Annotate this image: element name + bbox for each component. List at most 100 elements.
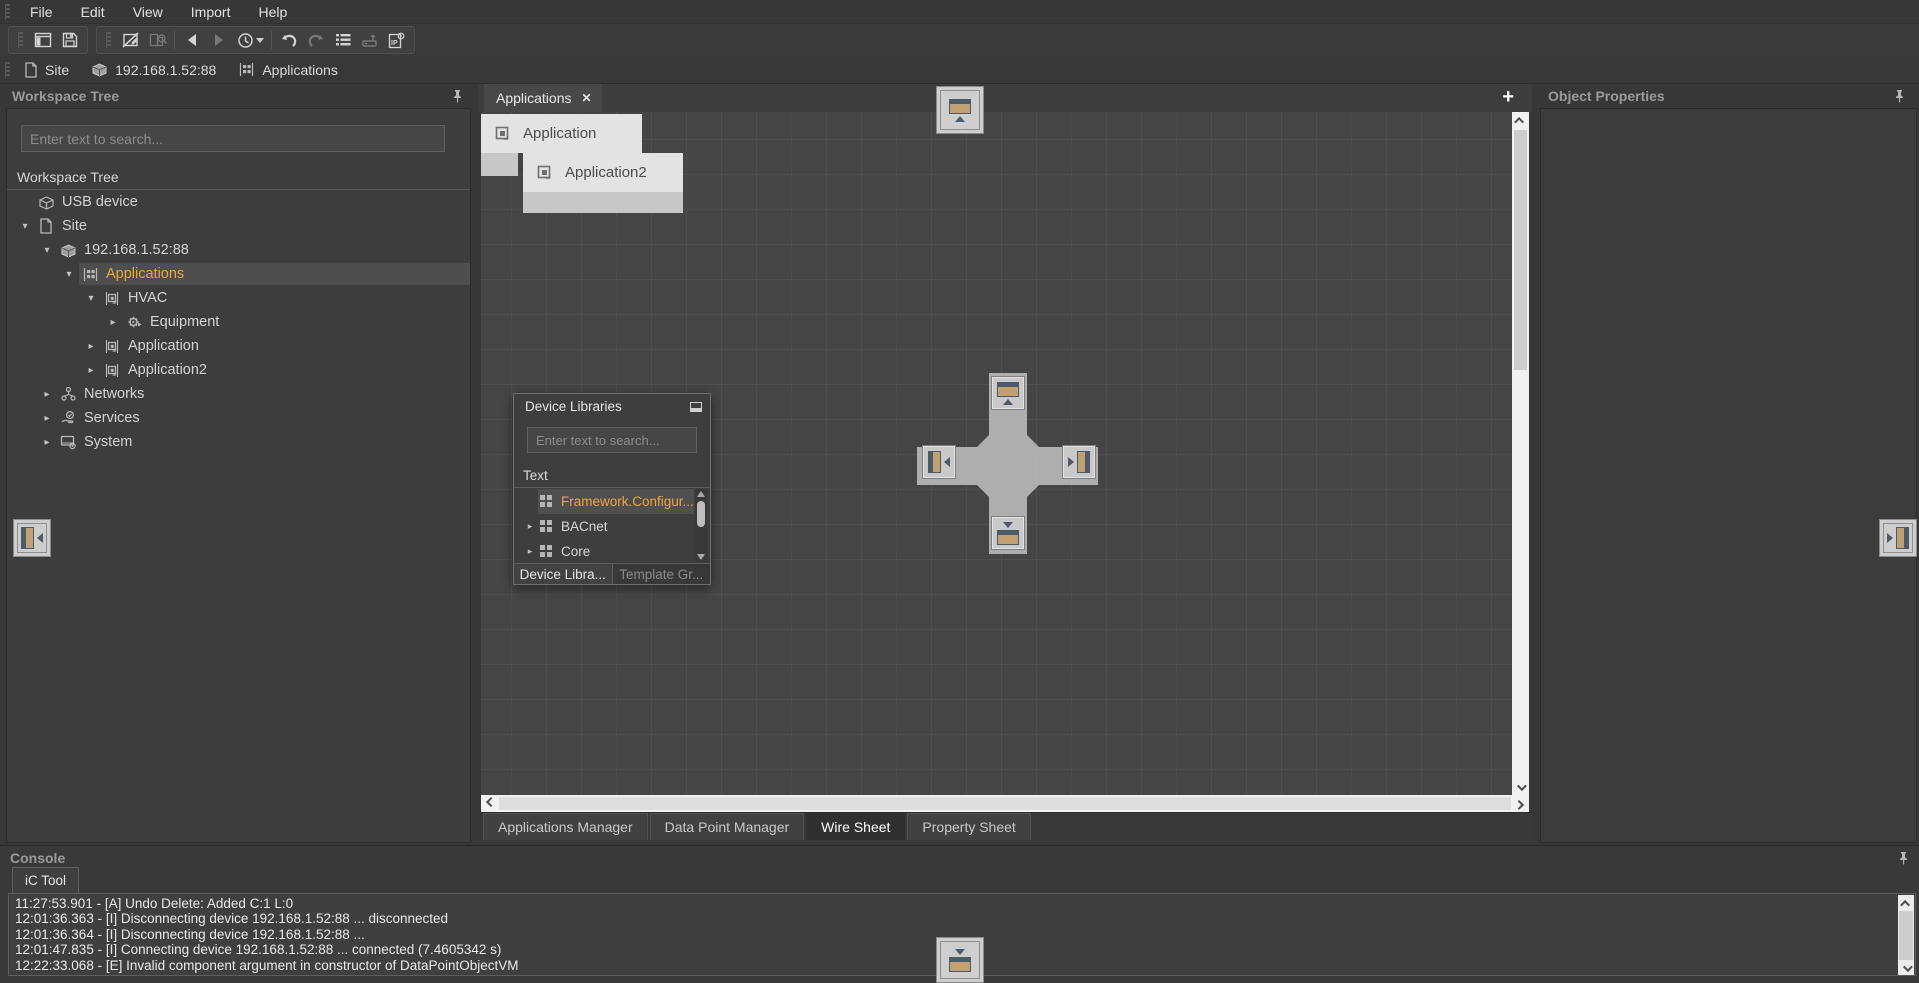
dock-edge-top-button[interactable] <box>936 86 984 134</box>
tab-applications[interactable]: Applications ✕ <box>484 84 602 112</box>
tab-device-libra[interactable]: Device Libra... <box>514 564 613 584</box>
tab-data-point-manager[interactable]: Data Point Manager <box>650 813 805 840</box>
tree-item-usb-device[interactable]: USB device <box>7 190 470 214</box>
expander-icon[interactable]: ▾ <box>15 221 35 232</box>
toolbar-grip[interactable] <box>106 32 111 48</box>
tree-item-body[interactable]: USB device <box>35 191 470 213</box>
menu-edit[interactable]: Edit <box>67 0 119 24</box>
panel-layout-button[interactable] <box>29 28 56 52</box>
canvas-horizontal-scrollbar[interactable] <box>481 795 1529 812</box>
scroll-up-button[interactable] <box>1898 895 1914 911</box>
tree-item-body[interactable]: Site <box>35 215 470 237</box>
library-item-framework-configur[interactable]: Framework.Configur... <box>514 489 694 514</box>
breadcrumb-item-site[interactable]: Site <box>24 62 69 78</box>
nav-back-button[interactable] <box>178 28 205 52</box>
breadcrumb-item-192-168-1-52-88[interactable]: 192.168.1.52:88 <box>91 62 216 78</box>
menu-view[interactable]: View <box>119 0 177 24</box>
tree-item-equipment[interactable]: ▸Equipment <box>7 310 470 334</box>
tree-item-body[interactable]: Application2 <box>101 359 470 381</box>
menu-import[interactable]: Import <box>177 0 245 24</box>
expander-icon[interactable]: ▸ <box>81 365 101 376</box>
tree-item-body[interactable]: Application <box>101 335 470 357</box>
block-application2-footer[interactable] <box>523 192 683 213</box>
undo-button[interactable] <box>275 28 302 52</box>
history-button[interactable] <box>232 28 268 52</box>
toolbar-grip[interactable] <box>5 4 10 20</box>
wire-sheet-edit-button[interactable] <box>117 28 144 52</box>
dock-guide-bottom-button[interactable] <box>991 516 1025 550</box>
device-libraries-titlebar[interactable]: Device Libraries <box>514 394 710 419</box>
block-application2[interactable]: Application2 <box>523 153 683 192</box>
library-item-body[interactable]: Core <box>538 539 694 564</box>
scroll-up-button[interactable] <box>1512 112 1529 128</box>
library-item-core[interactable]: ▸Core <box>514 539 694 564</box>
expander-icon[interactable]: ▾ <box>81 293 101 304</box>
device-libraries-panel[interactable]: Device Libraries Text Framework.Configur… <box>513 393 711 585</box>
dock-guide-left-button[interactable] <box>922 445 956 479</box>
canvas-vertical-scrollbar[interactable] <box>1512 112 1529 795</box>
scrollbar-thumb[interactable] <box>499 797 1511 810</box>
expander-icon[interactable]: ▸ <box>81 341 101 352</box>
dock-edge-bottom-button[interactable] <box>936 937 984 983</box>
tree-item-body[interactable]: Equipment <box>123 311 470 333</box>
device-search-button[interactable] <box>144 28 171 52</box>
expander-icon[interactable]: ▾ <box>59 269 79 280</box>
breadcrumb-item-applications[interactable]: Applications <box>238 62 338 78</box>
tree-item-hvac[interactable]: ▾HVAC <box>7 286 470 310</box>
tree-item-networks[interactable]: ▸Networks <box>7 382 470 406</box>
pin-icon[interactable] <box>452 89 463 103</box>
scroll-down-button[interactable] <box>1898 960 1914 976</box>
workspace-search-input[interactable] <box>21 125 445 152</box>
tree-item-body[interactable]: 192.168.1.52:88 <box>57 239 470 261</box>
dropdown-caret-icon[interactable] <box>256 38 264 43</box>
device-libraries-scrollbar[interactable] <box>695 489 707 562</box>
device-upload-button[interactable] <box>356 28 383 52</box>
pin-icon[interactable] <box>1894 89 1905 103</box>
expander-icon[interactable]: ▸ <box>522 521 538 532</box>
scroll-right-button[interactable] <box>1512 795 1529 811</box>
device-libraries-search-input[interactable] <box>527 427 697 453</box>
toolbar-grip[interactable] <box>18 32 23 48</box>
tree-item-application2[interactable]: ▸Application2 <box>7 358 470 382</box>
tab-property-sheet[interactable]: Property Sheet <box>907 813 1030 840</box>
console-tab-ic-tool[interactable]: iC Tool <box>12 867 79 893</box>
expander-icon[interactable]: ▸ <box>37 437 57 448</box>
tab-template-gr[interactable]: Template Gr... <box>613 564 711 584</box>
expander-icon[interactable]: ▸ <box>522 546 538 557</box>
tree-item-application[interactable]: ▸Application <box>7 334 470 358</box>
tree-item-body[interactable]: System <box>57 431 470 453</box>
save-button[interactable] <box>56 28 83 52</box>
scrollbar-thumb[interactable] <box>697 501 705 527</box>
menu-help[interactable]: Help <box>244 0 301 24</box>
scrollbar-thumb[interactable] <box>1514 130 1527 370</box>
tree-item-body[interactable]: HVAC <box>101 287 470 309</box>
tree-item-body[interactable]: Services <box>57 407 470 429</box>
pin-icon[interactable] <box>1898 851 1909 865</box>
tree-item-services[interactable]: ▸Services <box>7 406 470 430</box>
expander-icon[interactable]: ▸ <box>37 389 57 400</box>
scroll-up-button[interactable] <box>697 491 705 497</box>
nav-forward-button[interactable] <box>205 28 232 52</box>
tab-close-icon[interactable]: ✕ <box>582 91 592 105</box>
library-item-body[interactable]: BACnet <box>538 514 694 539</box>
console-scrollbar[interactable] <box>1898 895 1914 976</box>
list-view-button[interactable] <box>329 28 356 52</box>
minimize-icon[interactable] <box>690 402 702 412</box>
expander-icon[interactable]: ▸ <box>103 317 123 328</box>
expander-icon[interactable]: ▸ <box>37 413 57 424</box>
menu-file[interactable]: File <box>16 0 67 24</box>
ip-settings-button[interactable]: IP <box>383 28 410 52</box>
dock-guide-right-button[interactable] <box>1062 445 1096 479</box>
block-application[interactable]: Application <box>481 114 642 153</box>
scroll-down-button[interactable] <box>697 554 705 560</box>
scrollbar-thumb[interactable] <box>1899 911 1913 960</box>
tree-item-192-168-1-52-88[interactable]: ▾192.168.1.52:88 <box>7 238 470 262</box>
dock-edge-right-button[interactable] <box>1879 519 1917 557</box>
tab-wire-sheet[interactable]: Wire Sheet <box>806 813 905 840</box>
library-item-bacnet[interactable]: ▸BACnet <box>514 514 694 539</box>
dock-edge-left-button[interactable] <box>13 519 51 557</box>
expander-icon[interactable]: ▾ <box>37 245 57 256</box>
redo-button[interactable] <box>302 28 329 52</box>
tree-item-body[interactable]: Applications <box>79 263 470 285</box>
breadcrumb-grip[interactable] <box>5 62 10 78</box>
